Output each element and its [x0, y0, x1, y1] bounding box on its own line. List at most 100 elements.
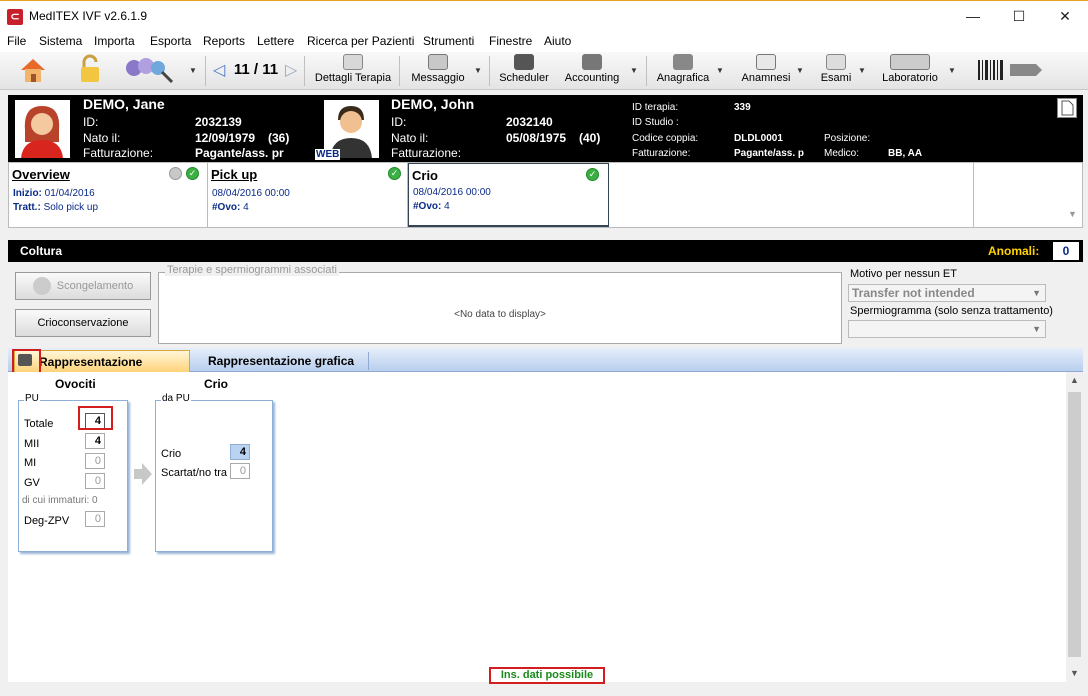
therapy-id-label: ID terapia:	[632, 102, 679, 113]
phase-pickup[interactable]: Pick up ✓ 08/04/2016 00:00 #Ovo: 4	[208, 163, 408, 227]
menu-sistema[interactable]: Sistema	[39, 34, 82, 48]
gv-field[interactable]: 0	[85, 473, 105, 489]
thaw-button[interactable]: Scongelamento	[15, 272, 151, 300]
deg-zpv-field[interactable]: 0	[85, 511, 105, 527]
chevron-down-icon[interactable]: ▼	[474, 66, 482, 75]
mii-field[interactable]: 4	[85, 433, 105, 449]
menu-finestre[interactable]: Finestre	[489, 34, 532, 48]
chevron-down-icon[interactable]: ▼	[1068, 209, 1077, 219]
coltura-header: Coltura Anomali: 0	[8, 240, 1083, 262]
view-tabs: Rappresentazione tabellare Rappresentazi…	[8, 348, 1083, 391]
message-button[interactable]: Messaggio	[406, 54, 470, 88]
male-age-value: (40)	[579, 131, 601, 145]
cryopreservation-button[interactable]: Crioconservazione	[15, 309, 151, 337]
menu-lettere[interactable]: Lettere	[257, 34, 294, 48]
scroll-up-icon[interactable]: ▲	[1070, 375, 1079, 385]
doctor-value: BB, AA	[888, 148, 923, 159]
accounting-button[interactable]: Accounting	[561, 54, 623, 88]
anamnesi-button[interactable]: Anamnesi	[740, 54, 792, 88]
maximize-button[interactable]: ☐	[996, 1, 1042, 31]
scroll-down-icon[interactable]: ▼	[1070, 668, 1079, 678]
home-button[interactable]	[16, 54, 50, 88]
chevron-down-icon[interactable]: ▼	[858, 66, 866, 75]
discarded-label: Scartat/no tra	[161, 467, 228, 479]
therapy-details-button[interactable]: Dettagli Terapia	[314, 54, 392, 88]
crio-ovo-value: 4	[444, 201, 450, 212]
barcode-scanner-button[interactable]	[976, 58, 1046, 92]
menu-file[interactable]: File	[7, 34, 26, 48]
tab-graph-view[interactable]: Rappresentazione grafica	[208, 350, 368, 372]
anomalies-label: Anomali:	[988, 244, 1040, 258]
toolbar-separator	[304, 56, 305, 86]
thaw-icon	[32, 277, 51, 296]
phase-overview[interactable]: Overview ✓ Inizio: 01/04/2016 Tratt.: So…	[9, 163, 208, 227]
no-et-reason-label: Motivo per nessun ET	[850, 268, 957, 280]
notes-button[interactable]	[1057, 98, 1077, 118]
scrollbar-thumb[interactable]	[1068, 392, 1081, 657]
lock-button[interactable]	[78, 54, 102, 88]
next-record-button[interactable]: ▷	[285, 60, 297, 94]
anagrafica-button[interactable]: Anagrafica	[654, 54, 712, 88]
crio-ovo-label: #Ovo:	[413, 201, 442, 212]
calendar-icon	[514, 54, 534, 70]
menu-esporta[interactable]: Esporta	[150, 34, 191, 48]
home-icon	[21, 59, 45, 82]
couple-billing-label: Fatturazione:	[632, 148, 691, 159]
patients-button[interactable]	[122, 54, 178, 88]
phase-crio[interactable]: Crio ✓ 08/04/2016 00:00 #Ovo: 4	[408, 163, 609, 227]
female-patient-name: DEMO, Jane	[83, 96, 165, 112]
doctor-label: Medico:	[824, 148, 860, 159]
highlight-box	[78, 406, 113, 430]
discarded-field[interactable]: 0	[230, 463, 250, 479]
phase-divider	[973, 163, 974, 227]
female-age-value: (36)	[268, 131, 290, 145]
female-billing-label: Fatturazione:	[83, 146, 154, 160]
pickup-datetime: 08/04/2016 00:00	[212, 188, 290, 199]
gv-label: GV	[24, 477, 40, 489]
esami-button[interactable]: Esami	[818, 54, 854, 88]
phase-crio-title: Crio	[412, 168, 438, 183]
menu-importa[interactable]: Importa	[94, 34, 135, 48]
close-button[interactable]: ✕	[1042, 1, 1088, 31]
couple-billing-value: Pagante/ass. p	[734, 148, 805, 159]
menu-strumenti[interactable]: Strumenti	[423, 34, 474, 48]
phase-overview-title: Overview	[12, 167, 70, 182]
male-id-label: ID:	[391, 115, 407, 129]
associated-therapies-grid[interactable]: <No data to display>	[158, 272, 842, 344]
chevron-down-icon[interactable]: ▼	[948, 66, 956, 75]
female-patient-icon	[21, 106, 63, 158]
therapy-details-icon	[343, 54, 363, 70]
scheduler-button[interactable]: Scheduler	[496, 54, 552, 88]
menu-aiuto[interactable]: Aiuto	[544, 34, 571, 48]
mi-label: MI	[24, 457, 37, 469]
pickup-ovo-label: #Ovo:	[212, 202, 241, 213]
crio-field[interactable]: 4	[230, 444, 250, 460]
coltura-controls: Scongelamento Crioconservazione <No data…	[8, 262, 1083, 348]
chevron-down-icon: ▼	[1032, 288, 1041, 298]
menu-ricerca-pazienti[interactable]: Ricerca per Pazienti	[307, 34, 414, 48]
spermiogram-select[interactable]: ▼	[848, 320, 1046, 338]
associated-therapies-label: Terapie e spermiogrammi associati	[165, 264, 339, 276]
barcode-icon	[978, 60, 1042, 80]
window-title: MedITEX IVF v2.6.1.9	[29, 9, 148, 23]
menu-reports[interactable]: Reports	[203, 34, 245, 48]
mi-field[interactable]: 0	[85, 453, 105, 469]
title-bar: ⊂ MedITEX IVF v2.6.1.9 — ☐ ✕	[0, 0, 1088, 30]
chevron-down-icon[interactable]: ▼	[630, 66, 638, 75]
patients-group-icon	[126, 58, 174, 84]
no-et-reason-select[interactable]: Transfer not intended ▼	[848, 284, 1046, 302]
female-billing-value: Pagante/ass. pr	[195, 146, 284, 160]
record-counter: 11 / 11	[233, 61, 279, 78]
oocytes-group-label: PU	[24, 393, 40, 404]
oocytes-title: Ovociti	[55, 377, 96, 391]
minimize-button[interactable]: —	[950, 1, 996, 31]
chevron-down-icon[interactable]: ▼	[716, 66, 724, 75]
laboratorio-button[interactable]: Laboratorio	[878, 54, 942, 88]
prev-record-button[interactable]: ◁	[213, 60, 225, 94]
empty-grid-message: <No data to display>	[454, 309, 546, 320]
chevron-down-icon[interactable]: ▼	[796, 66, 804, 75]
vertical-scrollbar[interactable]: ▲ ▼	[1066, 372, 1083, 682]
coltura-title: Coltura	[20, 244, 62, 258]
chevron-down-icon[interactable]: ▼	[189, 66, 197, 75]
status-ok-icon: ✓	[586, 168, 599, 181]
